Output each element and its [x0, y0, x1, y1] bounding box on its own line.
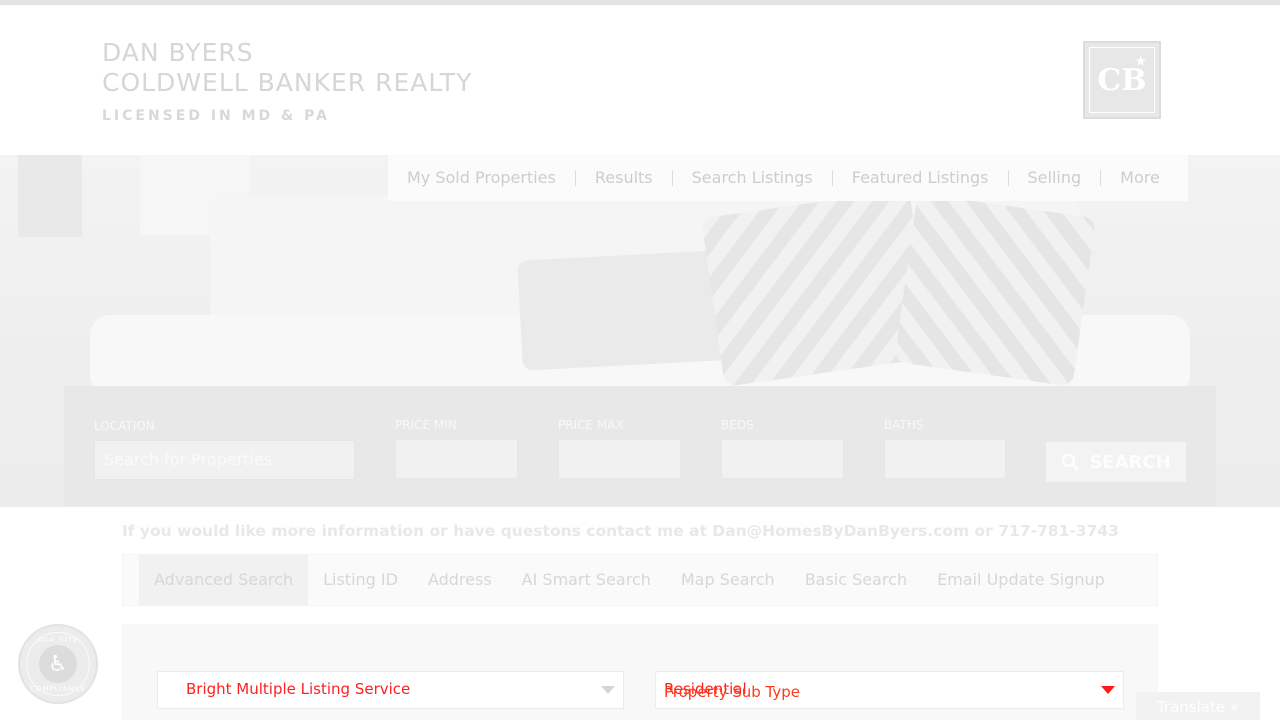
main-nav: My Sold Properties Results Search Listin…: [388, 155, 1188, 201]
agent-name: DAN BYERS: [102, 38, 254, 67]
quick-search-bar: LOCATION Search for Properties PRICE MIN…: [64, 386, 1216, 506]
tab-email-update-signup[interactable]: Email Update Signup: [922, 555, 1120, 605]
location-input[interactable]: Search for Properties: [94, 440, 355, 480]
coldwell-banker-logo[interactable]: CB ★: [1083, 41, 1161, 119]
price-max-input[interactable]: [558, 439, 681, 479]
mls-select[interactable]: Bright Multiple Listing Service: [157, 671, 624, 709]
tab-advanced-search[interactable]: Advanced Search: [139, 555, 309, 605]
baths-select[interactable]: [884, 439, 1006, 479]
translate-button[interactable]: Translate »: [1136, 692, 1260, 720]
chevron-down-icon: [1101, 686, 1115, 694]
nav-more[interactable]: More: [1101, 170, 1179, 186]
star-icon: ★: [1135, 54, 1146, 68]
nav-my-sold-properties[interactable]: My Sold Properties: [388, 170, 576, 186]
search-icon: [1062, 453, 1079, 471]
advanced-search-panel: Bright Multiple Listing Service Resident…: [122, 624, 1158, 720]
ada-compliance-badge[interactable]: ADA SITE ♿ COMPLIANCE: [18, 624, 98, 704]
tab-address[interactable]: Address: [413, 555, 507, 605]
mls-select-value: Bright Multiple Listing Service: [186, 680, 411, 698]
contact-info-text: If you would like more information or ha…: [122, 522, 1119, 540]
site-brand[interactable]: DAN BYERS COLDWELL BANKER REALTY LICENSE…: [102, 38, 472, 124]
nav-results[interactable]: Results: [576, 170, 673, 186]
chevron-down-icon: [601, 686, 615, 694]
tab-ai-smart-search[interactable]: AI Smart Search: [507, 555, 666, 605]
price-min-field: PRICE MIN: [395, 418, 518, 479]
nav-search-listings[interactable]: Search Listings: [673, 170, 833, 186]
search-button-label: SEARCH: [1089, 451, 1171, 473]
property-type-select[interactable]: Residential Property Sub Type: [655, 671, 1124, 709]
baths-field: BATHS: [884, 418, 1006, 479]
price-min-input[interactable]: [395, 439, 518, 479]
nav-selling[interactable]: Selling: [1009, 170, 1102, 186]
beds-select[interactable]: [721, 439, 844, 479]
location-field: LOCATION Search for Properties: [94, 419, 355, 480]
tab-basic-search[interactable]: Basic Search: [790, 555, 922, 605]
ada-bottom-text: COMPLIANCE: [30, 685, 86, 693]
beds-field: BEDS: [721, 418, 844, 479]
logo-mark: CB ★: [1089, 47, 1155, 113]
license-text: LICENSED IN MD & PA: [102, 108, 330, 124]
ada-badge-ring: ADA SITE ♿ COMPLIANCE: [26, 632, 90, 696]
search-tabs: Advanced Search Listing ID Address AI Sm…: [122, 554, 1158, 606]
nav-featured-listings[interactable]: Featured Listings: [833, 170, 1009, 186]
hero-pillow-chevron: [894, 193, 1096, 387]
accessibility-icon: ♿: [39, 645, 77, 683]
beds-label: BEDS: [721, 418, 754, 432]
price-max-label: PRICE MAX: [558, 418, 624, 432]
property-subtype-value: Property Sub Type: [664, 683, 801, 701]
price-min-label: PRICE MIN: [395, 418, 457, 432]
baths-label: BATHS: [884, 418, 924, 432]
hero-window-left: [18, 155, 82, 237]
location-label: LOCATION: [94, 419, 155, 433]
tab-map-search[interactable]: Map Search: [666, 555, 790, 605]
price-max-field: PRICE MAX: [558, 418, 681, 479]
top-border: [0, 0, 1280, 5]
search-button[interactable]: SEARCH: [1046, 442, 1186, 482]
ada-top-text: ADA SITE: [37, 636, 79, 644]
tab-listing-id[interactable]: Listing ID: [308, 555, 413, 605]
company-name: COLDWELL BANKER REALTY: [102, 68, 473, 97]
